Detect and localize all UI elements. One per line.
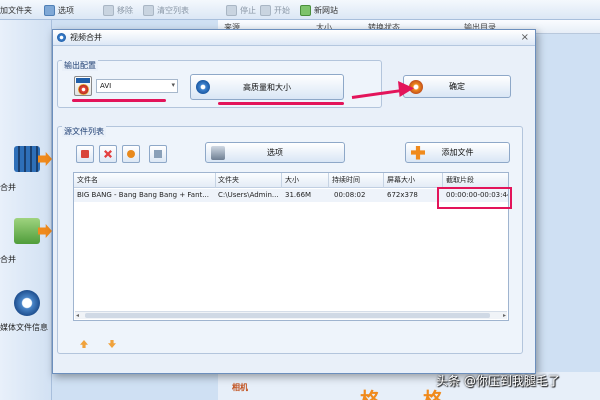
film-strip-icon xyxy=(14,146,40,172)
cell-folder: C:\Users\Admin... xyxy=(218,191,279,199)
promo-banner-text: 相机 xyxy=(232,383,248,392)
stop-icon xyxy=(226,4,237,16)
arrow-down-icon xyxy=(108,340,116,348)
toolbar-clear-list-button[interactable]: 清空列表 xyxy=(143,3,189,17)
scroll-right-icon[interactable]: ▸ xyxy=(503,312,506,319)
add-file-label: 添加文件 xyxy=(441,148,474,157)
format-select[interactable]: AVI ▾ xyxy=(96,79,178,93)
cell-size: 31.66M xyxy=(285,191,312,199)
video-merge-tool[interactable]: 合并 xyxy=(0,138,52,208)
toolbar-add-folder-button[interactable]: 加文件夹 xyxy=(0,3,32,17)
gear-tool-button[interactable] xyxy=(122,145,140,163)
media-info-label: 媒体文件信息 xyxy=(0,323,48,332)
toolbar-stop-button[interactable]: 停止 xyxy=(226,3,256,17)
move-down-button[interactable] xyxy=(106,338,118,350)
toolbar-options-button[interactable]: 选项 xyxy=(44,3,74,17)
start-icon xyxy=(260,4,271,16)
format-select-value: AVI xyxy=(100,82,112,90)
toolbar-start-label: 开始 xyxy=(274,5,290,15)
plus-icon xyxy=(411,145,425,160)
horizontal-scrollbar[interactable]: ◂ ▸ xyxy=(75,311,507,319)
left-tool-panel: 合并 合并 媒体文件信息 xyxy=(0,20,52,400)
toolbar-remove-label: 移除 xyxy=(117,5,133,15)
file-table-header: 文件名 文件夹 大小 持续时间 屏幕大小 截取片段 xyxy=(74,173,508,188)
move-up-button[interactable] xyxy=(78,338,90,350)
chevron-down-icon: ▾ xyxy=(171,81,175,89)
cell-screen-size: 672x378 xyxy=(387,191,418,199)
cell-filename: BIG BANG - Bang Bang Bang + Fant... xyxy=(77,191,209,199)
ok-button[interactable]: 确定 xyxy=(403,75,511,98)
toolbar-remove-button[interactable]: 移除 xyxy=(103,3,133,17)
options-label: 选项 xyxy=(267,148,283,157)
toolbar-website-label: 新网站 xyxy=(314,5,338,15)
media-info-tool[interactable]: 媒体文件信息 xyxy=(0,282,52,352)
toolbar-website-button[interactable]: 新网站 xyxy=(300,3,338,17)
ok-icon xyxy=(409,79,423,94)
toolbar-start-button[interactable]: 开始 xyxy=(260,3,290,17)
gear-icon xyxy=(127,150,135,158)
header-clip-segment[interactable]: 截取片段 xyxy=(446,175,474,185)
settings-disc-icon xyxy=(196,80,210,94)
options-button[interactable]: 选项 xyxy=(205,142,345,163)
annotation-highlight-box xyxy=(437,187,512,209)
add-file-button[interactable]: 添加文件 xyxy=(405,142,510,163)
video-merge-label: 合并 xyxy=(0,183,16,192)
arrow-right-icon xyxy=(38,152,52,166)
annotation-underline-format xyxy=(72,99,166,102)
music-note-icon xyxy=(14,218,40,244)
header-screen-size[interactable]: 屏幕大小 xyxy=(387,175,415,185)
header-duration[interactable]: 持续时间 xyxy=(332,175,360,185)
toolbar-stop-label: 停止 xyxy=(240,5,256,15)
output-config-label: 输出配置 xyxy=(62,60,98,71)
info-tool-button[interactable] xyxy=(149,145,167,163)
toolbar-options-label: 选项 xyxy=(58,5,74,15)
remove-x-icon xyxy=(104,150,112,158)
source-list-label: 源文件列表 xyxy=(62,126,106,137)
audio-merge-label: 合并 xyxy=(0,255,16,264)
add-item-tool-button[interactable] xyxy=(76,145,94,163)
cell-duration: 00:08:02 xyxy=(334,191,366,199)
arrow-up-icon xyxy=(80,340,88,348)
info-list-icon xyxy=(154,150,162,158)
app-icon xyxy=(57,33,66,42)
ok-label: 确定 xyxy=(449,82,465,91)
scroll-left-icon[interactable]: ◂ xyxy=(76,312,79,319)
quality-size-label: 高质量和大小 xyxy=(243,82,291,92)
toolbar-add-folder-label: 加文件夹 xyxy=(0,5,32,15)
header-filename[interactable]: 文件名 xyxy=(77,175,98,185)
dialog-title-bar[interactable]: 视频合并 xyxy=(53,30,535,46)
film-options-icon xyxy=(211,145,225,160)
header-size[interactable]: 大小 xyxy=(285,175,299,185)
header-folder[interactable]: 文件夹 xyxy=(218,175,239,185)
remove-icon xyxy=(103,4,114,16)
options-icon xyxy=(44,4,55,16)
toolbar-clear-label: 清空列表 xyxy=(157,5,189,15)
annotation-underline-quality xyxy=(218,102,344,105)
avi-format-icon xyxy=(74,76,92,96)
audio-merge-tool[interactable]: 合并 xyxy=(0,210,52,280)
arrow-right-icon xyxy=(38,224,52,238)
main-toolbar: 加文件夹 选项 移除 清空列表 停止 开始 新网站 xyxy=(0,0,600,20)
add-red-icon xyxy=(81,150,89,158)
dialog-title: 视频合并 xyxy=(70,33,102,42)
globe-icon xyxy=(300,4,311,16)
watermark-text: 头条 @你压到我腿毛了 xyxy=(436,374,560,388)
remove-item-tool-button[interactable] xyxy=(99,145,117,163)
scrollbar-thumb[interactable] xyxy=(85,313,490,318)
info-icon xyxy=(14,290,40,316)
quality-size-button[interactable]: 高质量和大小 xyxy=(190,74,344,100)
clear-icon xyxy=(143,4,154,16)
close-icon[interactable]: × xyxy=(521,32,529,43)
